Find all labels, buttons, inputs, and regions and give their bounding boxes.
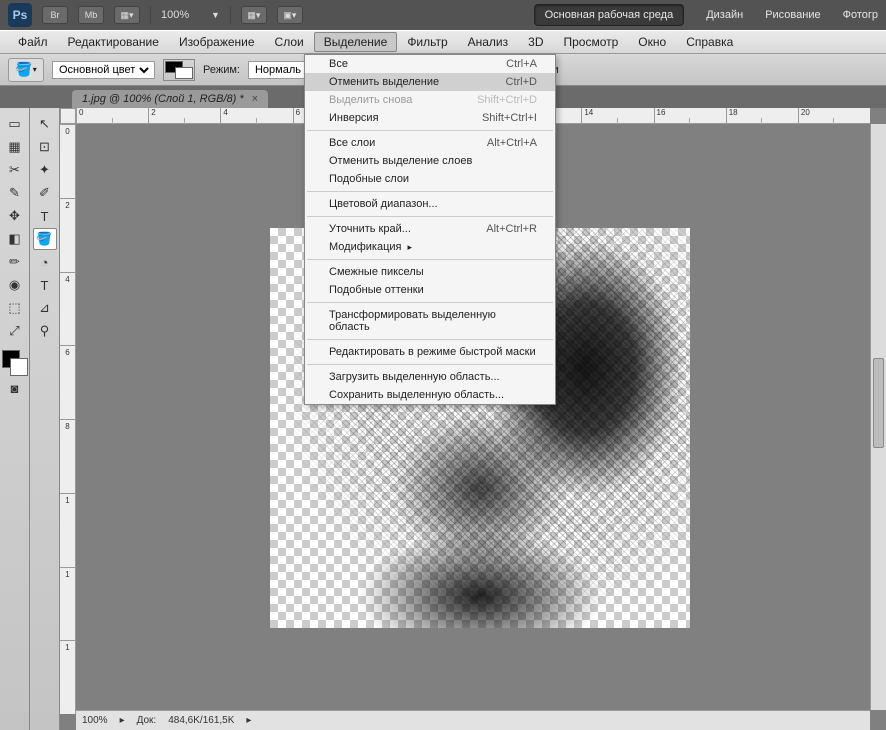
menu-item-загрузить-выделенную-область-[interactable]: Загрузить выделенную область... xyxy=(305,368,555,386)
tool-shape[interactable]: ⊿ xyxy=(33,297,57,319)
menu-item-отменить-выделение[interactable]: Отменить выделениеCtrl+D xyxy=(305,73,555,91)
menu-item-инверсия[interactable]: ИнверсияShift+Ctrl+I xyxy=(305,109,555,127)
menu-item-отменить-выделение-слоев[interactable]: Отменить выделение слоев xyxy=(305,152,555,170)
menu-select[interactable]: Выделение xyxy=(314,32,398,52)
menu-view[interactable]: Просмотр xyxy=(553,32,628,52)
ruler-origin[interactable] xyxy=(60,108,76,124)
status-dropdown-icon[interactable]: ▸ xyxy=(120,715,125,726)
doc-size-value: 484,6K/161,5K xyxy=(168,715,234,726)
menu-item-все[interactable]: ВсеCtrl+A xyxy=(305,55,555,73)
menu-filter[interactable]: Фильтр xyxy=(397,32,457,52)
status-zoom[interactable]: 100% xyxy=(82,715,108,726)
fg-bg-swatches[interactable] xyxy=(2,350,28,376)
menu-item-трансформировать-выделенную-область[interactable]: Трансформировать выделенную область xyxy=(305,306,555,336)
tool-eyedropper[interactable]: ✦ xyxy=(33,159,57,181)
toolbox-col-2: ↖ ⊡ ✦ ✐ T 🪣 ◔ T ⊿ ⚲ xyxy=(30,108,60,730)
tool-move[interactable]: ↖ xyxy=(33,113,57,135)
menu-image[interactable]: Изображение xyxy=(169,32,265,52)
fill-source-select[interactable]: Основной цвет xyxy=(52,61,155,79)
document-title: 1.jpg @ 100% (Слой 1, RGB/8) * xyxy=(82,93,244,105)
workspace-link-design[interactable]: Дизайн xyxy=(706,9,743,21)
menu-layer[interactable]: Слои xyxy=(265,32,314,52)
tool-preset-button[interactable]: 🪣▾ xyxy=(8,58,44,82)
menu-item-смежные-пикселы[interactable]: Смежные пикселы xyxy=(305,263,555,281)
menu-item-сохранить-выделенную-область-[interactable]: Сохранить выделенную область... xyxy=(305,386,555,404)
document-tab[interactable]: 1.jpg @ 100% (Слой 1, RGB/8) * × xyxy=(72,90,268,108)
tool-brush[interactable]: ✐ xyxy=(33,182,57,204)
toolbox-col-1: ▭ ▦ ✂ ✎ ✥ ◧ ✏ ◉ ⬚ ⤢ ◙ xyxy=(0,108,30,730)
menu-bar: Файл Редактирование Изображение Слои Выд… xyxy=(0,30,886,54)
tool-blur[interactable]: ✏ xyxy=(3,251,27,273)
zoom-level[interactable]: 100% xyxy=(161,9,201,21)
menu-edit[interactable]: Редактирование xyxy=(58,32,169,52)
menu-item-цветовой-диапазон-[interactable]: Цветовой диапазон... xyxy=(305,195,555,213)
tool-wand[interactable]: ⊡ xyxy=(33,136,57,158)
pattern-swatch[interactable] xyxy=(163,59,195,81)
tool-marquee[interactable]: ▭ xyxy=(3,113,27,135)
menu-3d[interactable]: 3D xyxy=(518,32,553,52)
tool-dodge[interactable]: ◔ xyxy=(33,251,57,273)
menu-item-редактировать-в-режиме-быстрой-маски[interactable]: Редактировать в режиме быстрой маски xyxy=(305,343,555,361)
ps-logo-icon: Ps xyxy=(8,3,32,27)
menu-help[interactable]: Справка xyxy=(676,32,743,52)
menu-item-уточнить-край-[interactable]: Уточнить край...Alt+Ctrl+R xyxy=(305,220,555,238)
tool-bucket[interactable]: 🪣 xyxy=(33,228,57,250)
quickmask-icon[interactable]: ◙ xyxy=(3,377,27,399)
tool-lasso[interactable]: ▦ xyxy=(3,136,27,158)
zoom-dropdown-icon[interactable]: ▼ xyxy=(211,10,220,20)
bucket-icon: 🪣 xyxy=(15,61,32,78)
tool-zoom[interactable]: ⚲ xyxy=(33,320,57,342)
bridge-button[interactable]: Br xyxy=(42,6,68,24)
doc-size-label: Док: xyxy=(137,715,157,726)
scroll-thumb[interactable] xyxy=(873,358,884,448)
separator xyxy=(150,6,151,24)
screen-mode-button[interactable]: ▣▾ xyxy=(277,6,303,24)
menu-analysis[interactable]: Анализ xyxy=(458,32,519,52)
tool-clone[interactable]: ✥ xyxy=(3,205,27,227)
menu-item-модификация[interactable]: Модификация xyxy=(305,238,555,256)
workspace-link-photo[interactable]: Фотогр xyxy=(843,9,878,21)
arrange-docs-button[interactable]: ▦▾ xyxy=(241,6,267,24)
menu-window[interactable]: Окно xyxy=(628,32,676,52)
menu-item-подобные-слои[interactable]: Подобные слои xyxy=(305,170,555,188)
close-tab-icon[interactable]: × xyxy=(252,93,258,105)
minibridge-button[interactable]: Mb xyxy=(78,6,104,24)
tool-3d[interactable]: ⤢ xyxy=(3,320,27,342)
tool-path-sel[interactable]: ⬚ xyxy=(3,297,27,319)
view-extras-button[interactable]: ▦▾ xyxy=(114,6,140,24)
workspace-active[interactable]: Основная рабочая среда xyxy=(534,4,685,26)
status-menu-icon[interactable]: ▸ xyxy=(246,715,251,726)
tool-healing[interactable]: ✎ xyxy=(3,182,27,204)
application-bar: Ps Br Mb ▦▾ 100% ▼ ▦▾ ▣▾ Основная рабоча… xyxy=(0,0,886,30)
ruler-vertical[interactable]: 02 46 81 11 xyxy=(60,124,76,714)
menu-item-все-слои[interactable]: Все слоиAlt+Ctrl+A xyxy=(305,134,555,152)
workspace-link-painting[interactable]: Рисование xyxy=(765,9,820,21)
mode-label: Режим: xyxy=(203,64,240,76)
select-menu-dropdown: ВсеCtrl+AОтменить выделениеCtrl+DВыделит… xyxy=(304,54,556,405)
tool-history[interactable]: T xyxy=(33,205,57,227)
status-bar: 100% ▸ Док: 484,6K/161,5K ▸ xyxy=(76,710,870,730)
separator xyxy=(230,6,231,24)
menu-file[interactable]: Файл xyxy=(8,32,58,52)
menu-item-выделить-снова: Выделить сноваShift+Ctrl+D xyxy=(305,91,555,109)
tool-crop[interactable]: ✂ xyxy=(3,159,27,181)
tool-type[interactable]: T xyxy=(33,274,57,296)
tool-eraser[interactable]: ◧ xyxy=(3,228,27,250)
scrollbar-vertical[interactable] xyxy=(870,124,886,710)
tool-pen[interactable]: ◉ xyxy=(3,274,27,296)
menu-item-подобные-оттенки[interactable]: Подобные оттенки xyxy=(305,281,555,299)
